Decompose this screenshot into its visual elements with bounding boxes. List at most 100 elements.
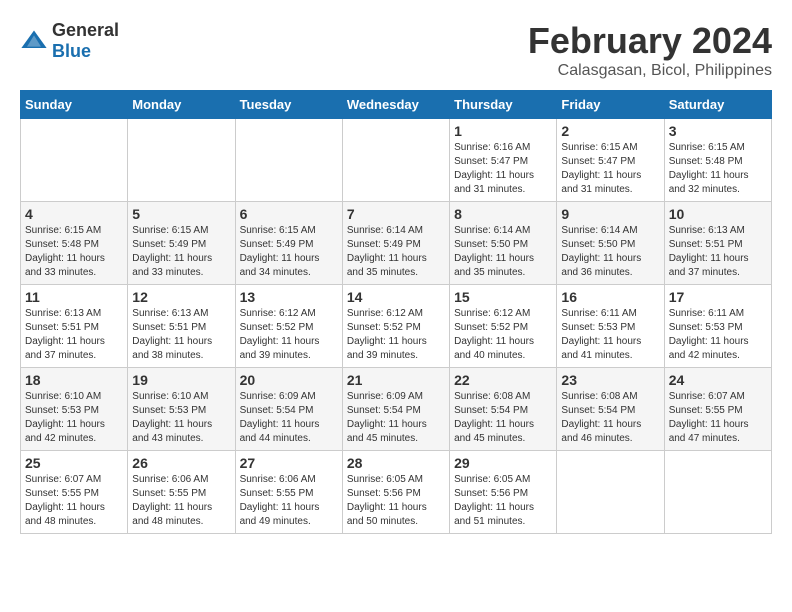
day-number: 23	[561, 372, 659, 388]
calendar-cell: 5 Sunrise: 6:15 AM Sunset: 5:49 PM Daylig…	[128, 202, 235, 285]
day-detail: Sunrise: 6:05 AM Sunset: 5:56 PM Dayligh…	[347, 473, 445, 529]
calendar-cell	[128, 119, 235, 202]
calendar-week-row: 4 Sunrise: 6:15 AM Sunset: 5:48 PM Daylig…	[21, 202, 772, 285]
day-detail: Sunrise: 6:11 AM Sunset: 5:53 PM Dayligh…	[561, 307, 659, 363]
day-detail: Sunrise: 6:12 AM Sunset: 5:52 PM Dayligh…	[240, 307, 338, 363]
day-detail: Sunrise: 6:07 AM Sunset: 5:55 PM Dayligh…	[25, 473, 123, 529]
calendar-week-row: 1Sunrise: 6:16 AM Sunset: 5:47 PM Daylig…	[21, 119, 772, 202]
day-number: 6	[240, 206, 338, 222]
day-number: 18	[25, 372, 123, 388]
day-detail: Sunrise: 6:11 AM Sunset: 5:53 PM Dayligh…	[669, 307, 767, 363]
day-detail: Sunrise: 6:13 AM Sunset: 5:51 PM Dayligh…	[669, 224, 767, 280]
day-number: 4	[25, 206, 123, 222]
day-detail: Sunrise: 6:07 AM Sunset: 5:55 PM Dayligh…	[669, 390, 767, 446]
day-detail: Sunrise: 6:12 AM Sunset: 5:52 PM Dayligh…	[454, 307, 552, 363]
weekday-header-cell: Sunday	[21, 91, 128, 119]
calendar-cell: 6 Sunrise: 6:15 AM Sunset: 5:49 PM Daylig…	[235, 202, 342, 285]
day-detail: Sunrise: 6:14 AM Sunset: 5:50 PM Dayligh…	[561, 224, 659, 280]
calendar-cell: 26 Sunrise: 6:06 AM Sunset: 5:55 PM Dayli…	[128, 451, 235, 534]
day-number: 25	[25, 455, 123, 471]
calendar-cell: 12 Sunrise: 6:13 AM Sunset: 5:51 PM Dayli…	[128, 285, 235, 368]
sub-title: Calasgasan, Bicol, Philippines	[528, 62, 772, 80]
calendar-week-row: 25 Sunrise: 6:07 AM Sunset: 5:55 PM Dayli…	[21, 451, 772, 534]
calendar-cell: 3Sunrise: 6:15 AM Sunset: 5:48 PM Daylig…	[664, 119, 771, 202]
day-number: 19	[132, 372, 230, 388]
day-number: 11	[25, 289, 123, 305]
logo-text-blue: Blue	[52, 41, 91, 61]
day-number: 28	[347, 455, 445, 471]
calendar-cell: 21Sunrise: 6:09 AM Sunset: 5:54 PM Dayli…	[342, 368, 449, 451]
day-detail: Sunrise: 6:14 AM Sunset: 5:49 PM Dayligh…	[347, 224, 445, 280]
day-number: 2	[561, 123, 659, 139]
weekday-header-cell: Tuesday	[235, 91, 342, 119]
day-number: 12	[132, 289, 230, 305]
day-detail: Sunrise: 6:13 AM Sunset: 5:51 PM Dayligh…	[132, 307, 230, 363]
day-detail: Sunrise: 6:15 AM Sunset: 5:48 PM Dayligh…	[669, 141, 767, 197]
day-number: 8	[454, 206, 552, 222]
calendar-week-row: 11 Sunrise: 6:13 AM Sunset: 5:51 PM Dayli…	[21, 285, 772, 368]
day-detail: Sunrise: 6:15 AM Sunset: 5:49 PM Dayligh…	[240, 224, 338, 280]
title-area: February 2024 Calasgasan, Bicol, Philipp…	[528, 20, 772, 80]
calendar-cell	[235, 119, 342, 202]
calendar-cell: 7Sunrise: 6:14 AM Sunset: 5:49 PM Daylig…	[342, 202, 449, 285]
calendar-week-row: 18 Sunrise: 6:10 AM Sunset: 5:53 PM Dayli…	[21, 368, 772, 451]
day-number: 16	[561, 289, 659, 305]
day-number: 14	[347, 289, 445, 305]
header: General Blue February 2024 Calasgasan, B…	[20, 20, 772, 80]
day-number: 29	[454, 455, 552, 471]
calendar-cell: 14Sunrise: 6:12 AM Sunset: 5:52 PM Dayli…	[342, 285, 449, 368]
calendar-cell: 19 Sunrise: 6:10 AM Sunset: 5:53 PM Dayli…	[128, 368, 235, 451]
day-detail: Sunrise: 6:15 AM Sunset: 5:47 PM Dayligh…	[561, 141, 659, 197]
calendar-cell: 18 Sunrise: 6:10 AM Sunset: 5:53 PM Dayli…	[21, 368, 128, 451]
day-detail: Sunrise: 6:13 AM Sunset: 5:51 PM Dayligh…	[25, 307, 123, 363]
day-detail: Sunrise: 6:15 AM Sunset: 5:48 PM Dayligh…	[25, 224, 123, 280]
calendar-body: 1Sunrise: 6:16 AM Sunset: 5:47 PM Daylig…	[21, 119, 772, 534]
weekday-header-cell: Saturday	[664, 91, 771, 119]
day-number: 20	[240, 372, 338, 388]
day-number: 15	[454, 289, 552, 305]
day-number: 27	[240, 455, 338, 471]
day-number: 5	[132, 206, 230, 222]
calendar-table: SundayMondayTuesdayWednesdayThursdayFrid…	[20, 90, 772, 534]
calendar-cell: 23 Sunrise: 6:08 AM Sunset: 5:54 PM Dayli…	[557, 368, 664, 451]
day-number: 9	[561, 206, 659, 222]
day-number: 26	[132, 455, 230, 471]
day-detail: Sunrise: 6:06 AM Sunset: 5:55 PM Dayligh…	[240, 473, 338, 529]
calendar-cell: 1Sunrise: 6:16 AM Sunset: 5:47 PM Daylig…	[450, 119, 557, 202]
calendar-header-row: SundayMondayTuesdayWednesdayThursdayFrid…	[21, 91, 772, 119]
logo-text-general: General	[52, 20, 119, 40]
calendar-cell: 16 Sunrise: 6:11 AM Sunset: 5:53 PM Dayli…	[557, 285, 664, 368]
day-detail: Sunrise: 6:08 AM Sunset: 5:54 PM Dayligh…	[561, 390, 659, 446]
weekday-header-cell: Wednesday	[342, 91, 449, 119]
calendar-cell: 13 Sunrise: 6:12 AM Sunset: 5:52 PM Dayli…	[235, 285, 342, 368]
day-detail: Sunrise: 6:10 AM Sunset: 5:53 PM Dayligh…	[25, 390, 123, 446]
calendar-cell: 28 Sunrise: 6:05 AM Sunset: 5:56 PM Dayli…	[342, 451, 449, 534]
calendar-cell	[21, 119, 128, 202]
calendar-cell: 11 Sunrise: 6:13 AM Sunset: 5:51 PM Dayli…	[21, 285, 128, 368]
main-title: February 2024	[528, 20, 772, 62]
calendar-cell	[557, 451, 664, 534]
weekday-header-cell: Thursday	[450, 91, 557, 119]
calendar-cell: 25 Sunrise: 6:07 AM Sunset: 5:55 PM Dayli…	[21, 451, 128, 534]
calendar-cell: 10 Sunrise: 6:13 AM Sunset: 5:51 PM Dayli…	[664, 202, 771, 285]
day-detail: Sunrise: 6:08 AM Sunset: 5:54 PM Dayligh…	[454, 390, 552, 446]
calendar-cell: 4 Sunrise: 6:15 AM Sunset: 5:48 PM Daylig…	[21, 202, 128, 285]
day-detail: Sunrise: 6:16 AM Sunset: 5:47 PM Dayligh…	[454, 141, 552, 197]
calendar-cell: 8 Sunrise: 6:14 AM Sunset: 5:50 PM Daylig…	[450, 202, 557, 285]
calendar-cell	[664, 451, 771, 534]
day-number: 10	[669, 206, 767, 222]
day-number: 22	[454, 372, 552, 388]
weekday-header-cell: Monday	[128, 91, 235, 119]
day-detail: Sunrise: 6:14 AM Sunset: 5:50 PM Dayligh…	[454, 224, 552, 280]
day-detail: Sunrise: 6:06 AM Sunset: 5:55 PM Dayligh…	[132, 473, 230, 529]
day-number: 21	[347, 372, 445, 388]
calendar-cell: 20Sunrise: 6:09 AM Sunset: 5:54 PM Dayli…	[235, 368, 342, 451]
day-number: 17	[669, 289, 767, 305]
day-number: 13	[240, 289, 338, 305]
logo-icon	[20, 27, 48, 55]
calendar-cell: 2 Sunrise: 6:15 AM Sunset: 5:47 PM Daylig…	[557, 119, 664, 202]
calendar-cell: 9 Sunrise: 6:14 AM Sunset: 5:50 PM Daylig…	[557, 202, 664, 285]
calendar-cell: 24Sunrise: 6:07 AM Sunset: 5:55 PM Dayli…	[664, 368, 771, 451]
day-detail: Sunrise: 6:15 AM Sunset: 5:49 PM Dayligh…	[132, 224, 230, 280]
day-detail: Sunrise: 6:10 AM Sunset: 5:53 PM Dayligh…	[132, 390, 230, 446]
